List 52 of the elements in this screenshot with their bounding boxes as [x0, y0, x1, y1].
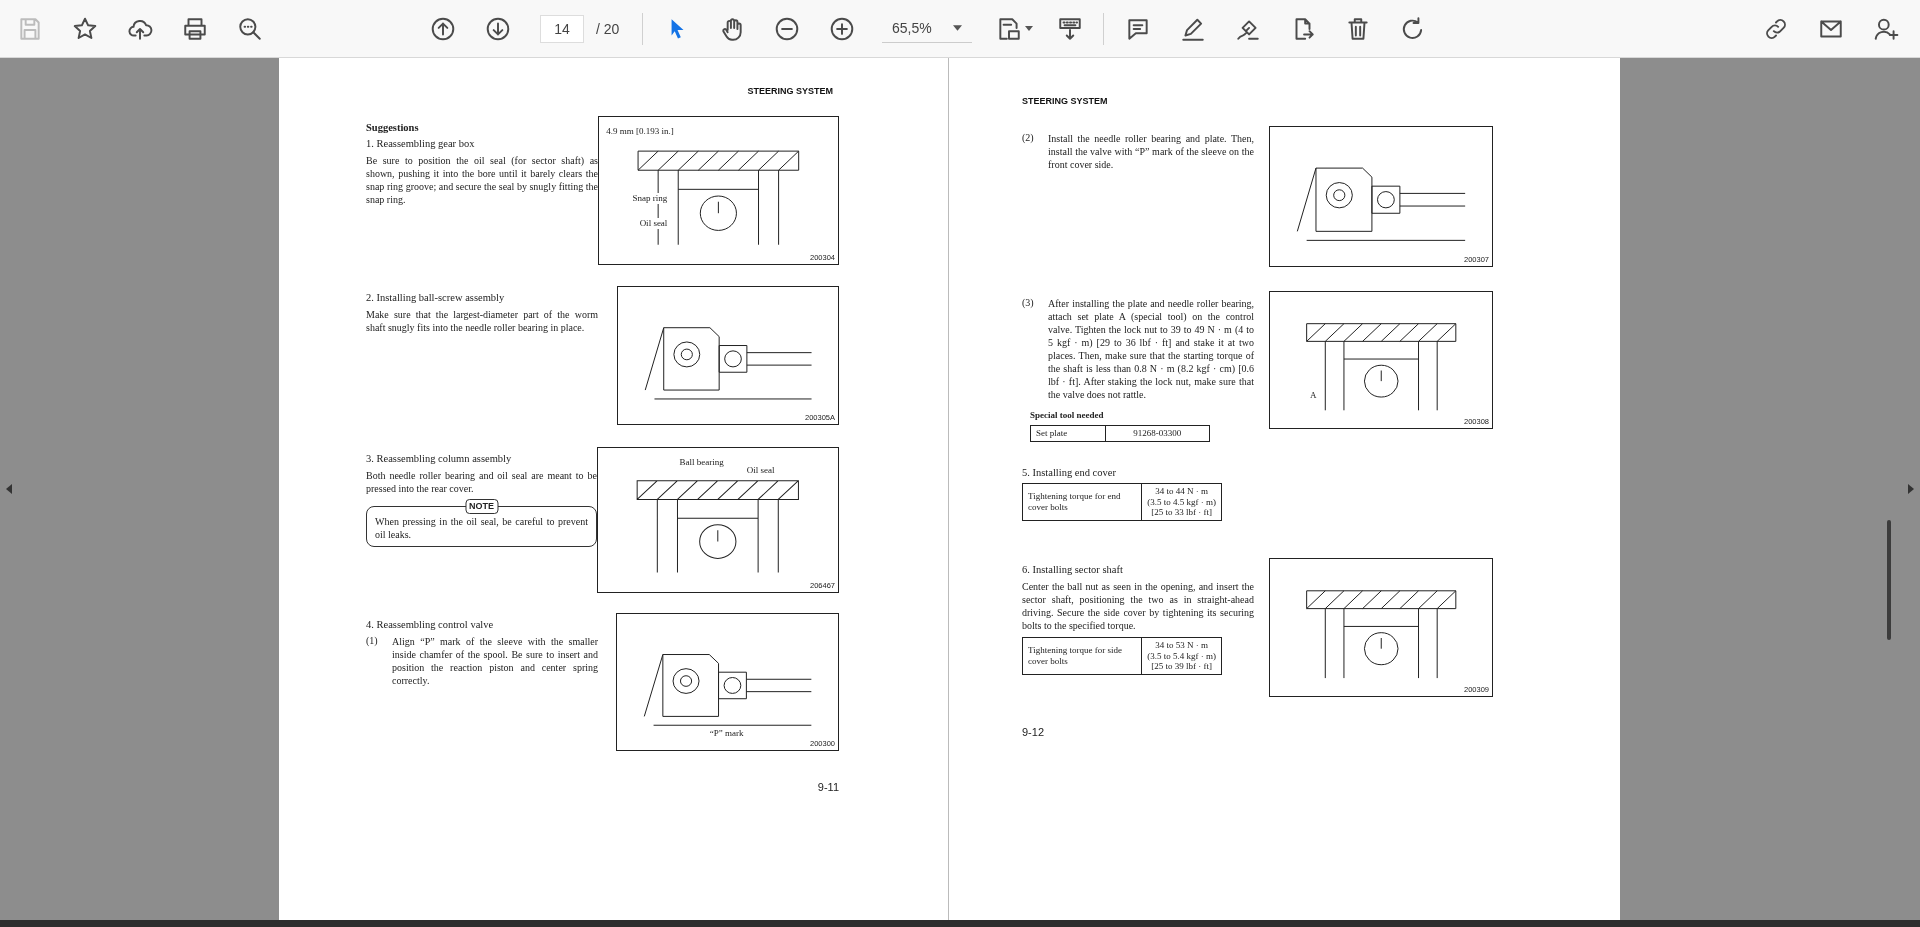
step-text: Install the needle roller bearing and plate. Then, install the valve with “P” mark of the sleeve on the front cover side. — [1048, 132, 1254, 171]
printer-icon — [181, 15, 208, 42]
table-cell: 91268-03300 — [1105, 425, 1210, 441]
step-number: (3) — [1022, 297, 1035, 310]
page-fit-icon — [996, 15, 1022, 42]
step-heading: 1. Reassembling gear box — [366, 138, 476, 149]
section-heading: Suggestions — [366, 122, 420, 133]
caret-icon — [953, 25, 962, 31]
caret-icon — [1025, 26, 1033, 31]
step-number: (2) — [1022, 132, 1035, 145]
arrow-down-icon — [484, 15, 511, 42]
minus-circle-icon — [773, 15, 800, 42]
paragraph: Be sure to position the oil seal (for sector shaft) as shown, pushing it into the bore until it barely clears the snap ring groove; and secure the seal by snugly fitting the snap ring. — [366, 154, 598, 206]
table-cell: 34 to 53 N · m (3.5 to 5.4 kgf · m) [25 to 39 lbf · ft] — [1141, 637, 1222, 674]
callout-label: 4.9 mm [0.193 in.] — [606, 125, 674, 137]
step-heading: 5. Installing end cover — [1022, 467, 1117, 478]
table-cell: Tightening torque for end cover bolts — [1022, 483, 1142, 520]
page-count: / 20 — [596, 20, 621, 37]
star-icon — [71, 15, 98, 42]
table-cell: 34 to 44 N · m (3.5 to 4.5 kgf · m) [25 to 33 lbf · ft] — [1141, 483, 1222, 520]
table-cell: Set plate — [1030, 425, 1106, 441]
running-header: STEERING SYSTEM — [747, 86, 833, 96]
step-text: After installing the plate and needle roller bearing, attach set plate A (special tool) on the control valve. Tighten the lock nut to 39 to 49 N · m (4 to 5 kgf · m) [29 to 36 lbf · ft] and stake it at two places. Then, make sure that the starting torque of the shaft is less than 0.8 N · m (8.2 kgf · cm) [0.6 lbf · ft]. After staking the lock nut, make sure that the valve does not rattle. — [1048, 297, 1254, 401]
zoom-field[interactable]: 65,5% — [882, 14, 972, 43]
callout-label: A — [1309, 389, 1317, 401]
paragraph: Center the ball nut as seen in the opening, and insert the sector shaft, positioning the two as in straight-ahead driving. Secure the side cover by tightening its securing bolts to the specified torque. — [1022, 580, 1254, 632]
running-header: STEERING SYSTEM — [1022, 96, 1108, 106]
callout-label: Oil seal — [639, 218, 668, 230]
plus-circle-icon — [828, 15, 855, 42]
callout-label: Ball bearing — [679, 456, 724, 468]
step-heading: 2. Installing ball-screw assembly — [366, 292, 506, 303]
page-number: 9-11 — [817, 781, 839, 793]
keyboard-arrow-icon — [1056, 15, 1083, 42]
step-heading: 3. Reassembling column assembly — [366, 453, 513, 464]
paragraph: Make sure that the largest-diameter part of the worm shaft snugly fits into the needle roller bearing in place. — [366, 308, 598, 334]
page-number: 9-12 — [1022, 726, 1045, 738]
table-cell: Tightening torque for side cover bolts — [1022, 637, 1142, 674]
paragraph: Both needle roller bearing and oil seal are meant to be pressed into the rear cover. — [366, 469, 597, 495]
note-label: NOTE — [465, 499, 498, 514]
table-caption: Special tool needed — [1030, 410, 1105, 420]
page-number-field[interactable]: 14 — [540, 14, 584, 43]
note-text: When pressing in the oil seal, be careful to prevent oil leaks. — [375, 515, 588, 541]
scrollbar-thumb[interactable] — [1887, 520, 1891, 640]
magnifier-icon — [236, 15, 263, 42]
step-heading: 6. Installing sector shaft — [1022, 564, 1124, 575]
arrow-up-icon — [429, 15, 456, 42]
step-number: (1) — [366, 635, 379, 648]
left-triangle-icon — [6, 484, 12, 494]
step-text: Align “P” mark of the sleeve with the smaller inside chamfer of the spool. Be sure to insert and position the reaction piston and center spring correctly. — [392, 635, 598, 687]
step-heading: 4. Reassembling control valve — [366, 619, 495, 630]
right-triangle-icon — [1908, 484, 1914, 494]
callout-label: Snap ring — [632, 193, 668, 205]
